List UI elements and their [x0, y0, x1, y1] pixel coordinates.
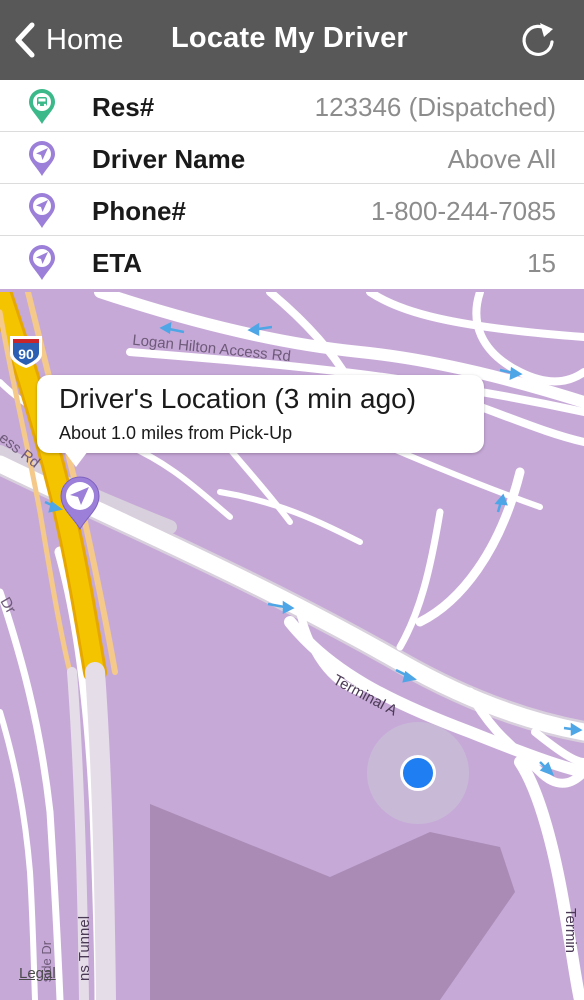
info-row-value: 15 — [527, 248, 556, 278]
reservation-info-list: Res# 123346 (Dispatched) Driver Name Abo… — [0, 80, 584, 289]
driver-location-callout[interactable]: Driver's Location (3 min ago) About 1.0 … — [37, 375, 484, 453]
car-pin-icon — [29, 89, 55, 124]
navigation-pin-icon — [29, 141, 55, 176]
info-row-label: ETA — [92, 248, 143, 278]
info-row-driver-name: Driver Name Above All — [0, 132, 584, 184]
info-row-value[interactable]: 1-800-244-7085 — [371, 196, 556, 227]
legal-link[interactable]: Legal — [19, 965, 56, 982]
navigation-pin-icon — [29, 193, 55, 228]
chevron-left-icon — [15, 22, 35, 58]
navigation-pin-icon — [29, 245, 55, 280]
road-label: ns Tunnel — [76, 915, 94, 982]
refresh-button[interactable] — [518, 20, 558, 60]
highway-shield-number: 90 — [18, 346, 34, 362]
user-location-accuracy-circle — [367, 722, 469, 824]
driver-location-pin-icon[interactable] — [58, 475, 102, 531]
info-row-label: Res# — [92, 92, 155, 122]
callout-title: Driver's Location (3 min ago) — [59, 383, 417, 414]
info-row-label: Phone# — [92, 196, 186, 226]
back-button-label: Home — [46, 23, 124, 56]
navigation-bar: Home Locate My Driver — [0, 0, 584, 80]
info-row-reservation: Res# 123346 (Dispatched) — [0, 80, 584, 132]
callout-subtitle: About 1.0 miles from Pick-Up — [59, 423, 293, 443]
callout-tail — [64, 451, 88, 467]
map-view[interactable]: 90 Logan Hilton Access Rd Terminal A ess… — [0, 292, 584, 1000]
info-row-eta: ETA 15 — [0, 236, 584, 289]
page-title: Locate My Driver — [171, 22, 408, 54]
back-button[interactable]: Home — [14, 18, 123, 62]
user-location-dot — [400, 755, 436, 791]
info-row-phone[interactable]: Phone# 1-800-244-7085 — [0, 184, 584, 236]
refresh-icon — [522, 23, 554, 56]
road-label: Termin — [562, 907, 580, 954]
info-row-value: Above All — [447, 144, 556, 174]
info-row-label: Driver Name — [92, 144, 246, 174]
info-row-value: 123346 (Dispatched) — [314, 92, 556, 122]
terminal-building — [150, 804, 515, 1000]
